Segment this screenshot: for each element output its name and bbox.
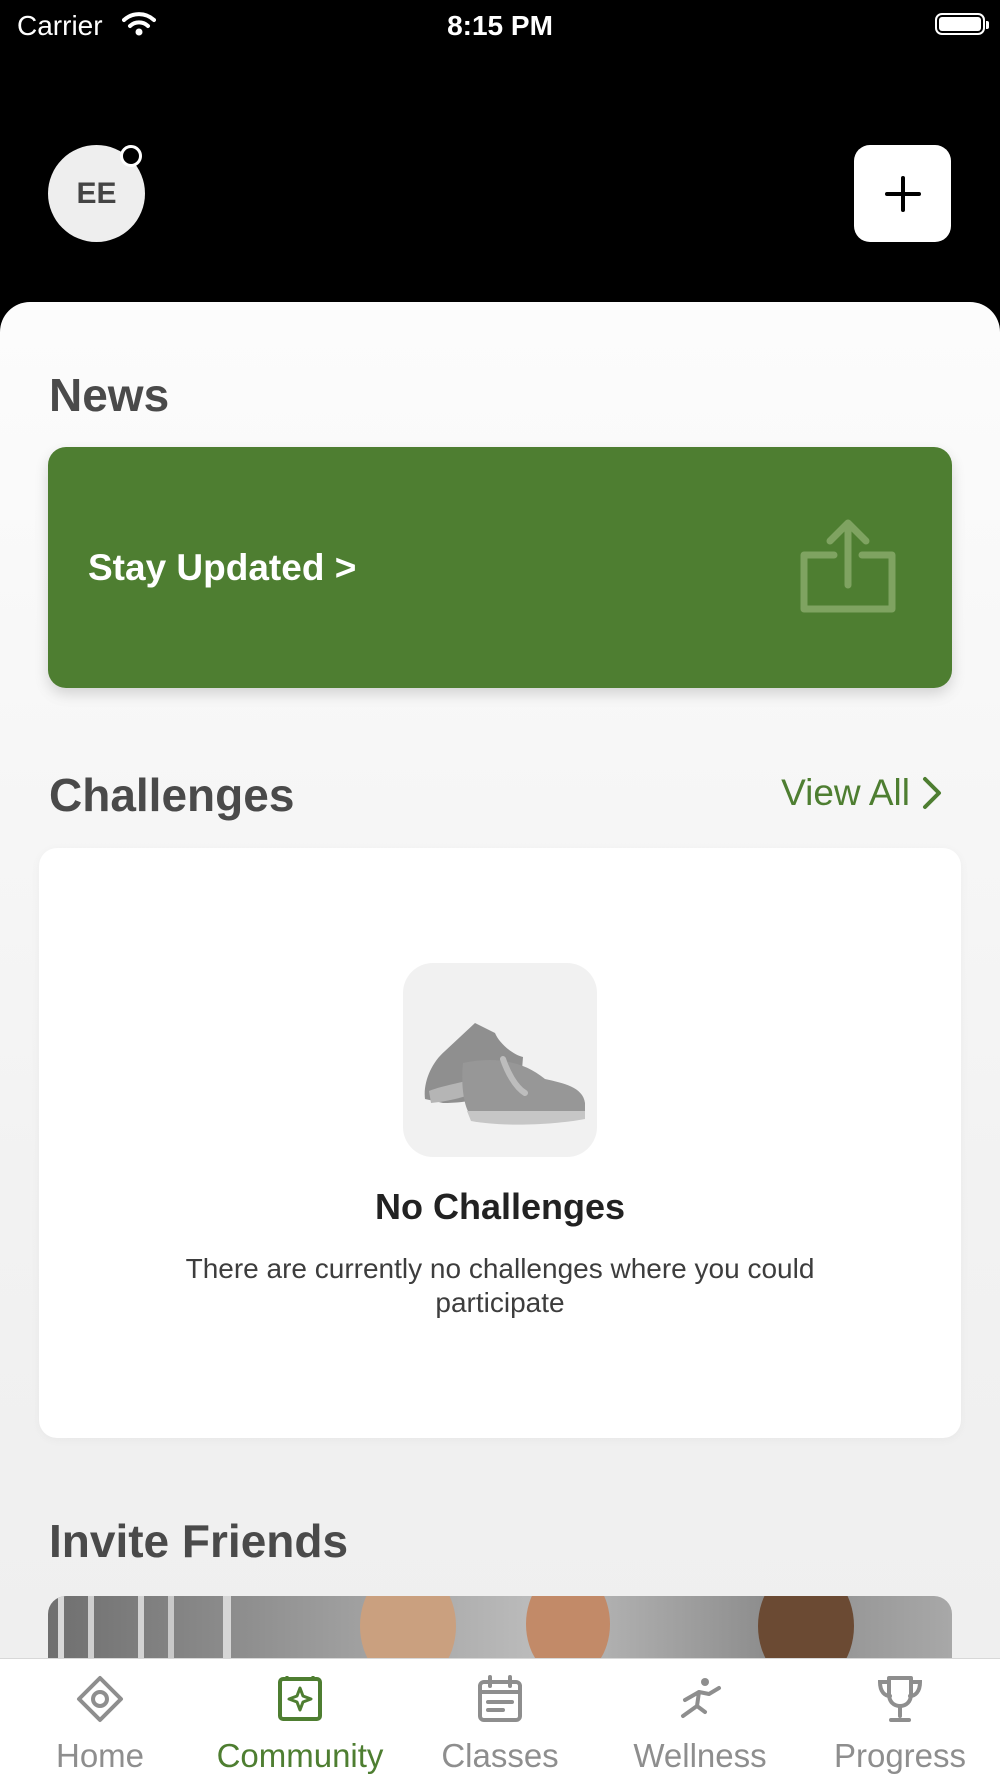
- tab-progress-label: Progress: [833, 1737, 967, 1774]
- empty-state-title: No Challenges: [374, 1186, 626, 1227]
- sneakers-icon: [403, 963, 597, 1157]
- news-card[interactable]: Stay Updated >: [48, 447, 952, 688]
- tab-home[interactable]: Home: [0, 1659, 200, 1779]
- tab-wellness[interactable]: Wellness: [600, 1659, 800, 1779]
- battery-icon: [935, 13, 989, 35]
- home-icon: [77, 1676, 123, 1722]
- plus-icon: [884, 175, 921, 212]
- view-all-link[interactable]: View All: [781, 772, 942, 814]
- community-icon: [278, 1676, 322, 1721]
- challenges-card: No Challenges There are currently no cha…: [39, 848, 961, 1438]
- classes-icon: [478, 1675, 522, 1722]
- view-all-label: View All: [781, 772, 910, 813]
- chevron-right-icon: [923, 777, 941, 809]
- empty-state-description: There are currently no challenges where …: [185, 1253, 815, 1318]
- tab-home-label: Home: [55, 1737, 145, 1774]
- invite-heading: Invite Friends: [49, 1515, 349, 1567]
- share-icon: [800, 519, 896, 613]
- news-card-label: Stay Updated >: [88, 547, 357, 588]
- tab-classes[interactable]: Classes: [400, 1659, 600, 1779]
- clock: 8:15 PM: [447, 10, 553, 41]
- challenges-heading: Challenges: [49, 769, 295, 821]
- news-heading: News: [49, 369, 170, 421]
- tab-community-label: Community: [216, 1737, 384, 1774]
- trophy-icon: [877, 1676, 923, 1722]
- tab-classes-label: Classes: [441, 1737, 559, 1774]
- status-bar: Carrier 8:15 PM: [0, 0, 1000, 52]
- wellness-icon: [681, 1678, 721, 1718]
- content-sheet: News Stay Updated > Challenges View All …: [0, 302, 1000, 1778]
- notification-dot: [120, 145, 142, 167]
- add-button[interactable]: [854, 145, 951, 242]
- tab-community[interactable]: Community: [200, 1659, 400, 1779]
- tab-bar: Home Community Classes Wellness Progress: [0, 1658, 1000, 1779]
- tab-wellness-label: Wellness: [633, 1737, 767, 1774]
- tab-progress[interactable]: Progress: [800, 1659, 1000, 1779]
- avatar-initials: EE: [76, 176, 117, 210]
